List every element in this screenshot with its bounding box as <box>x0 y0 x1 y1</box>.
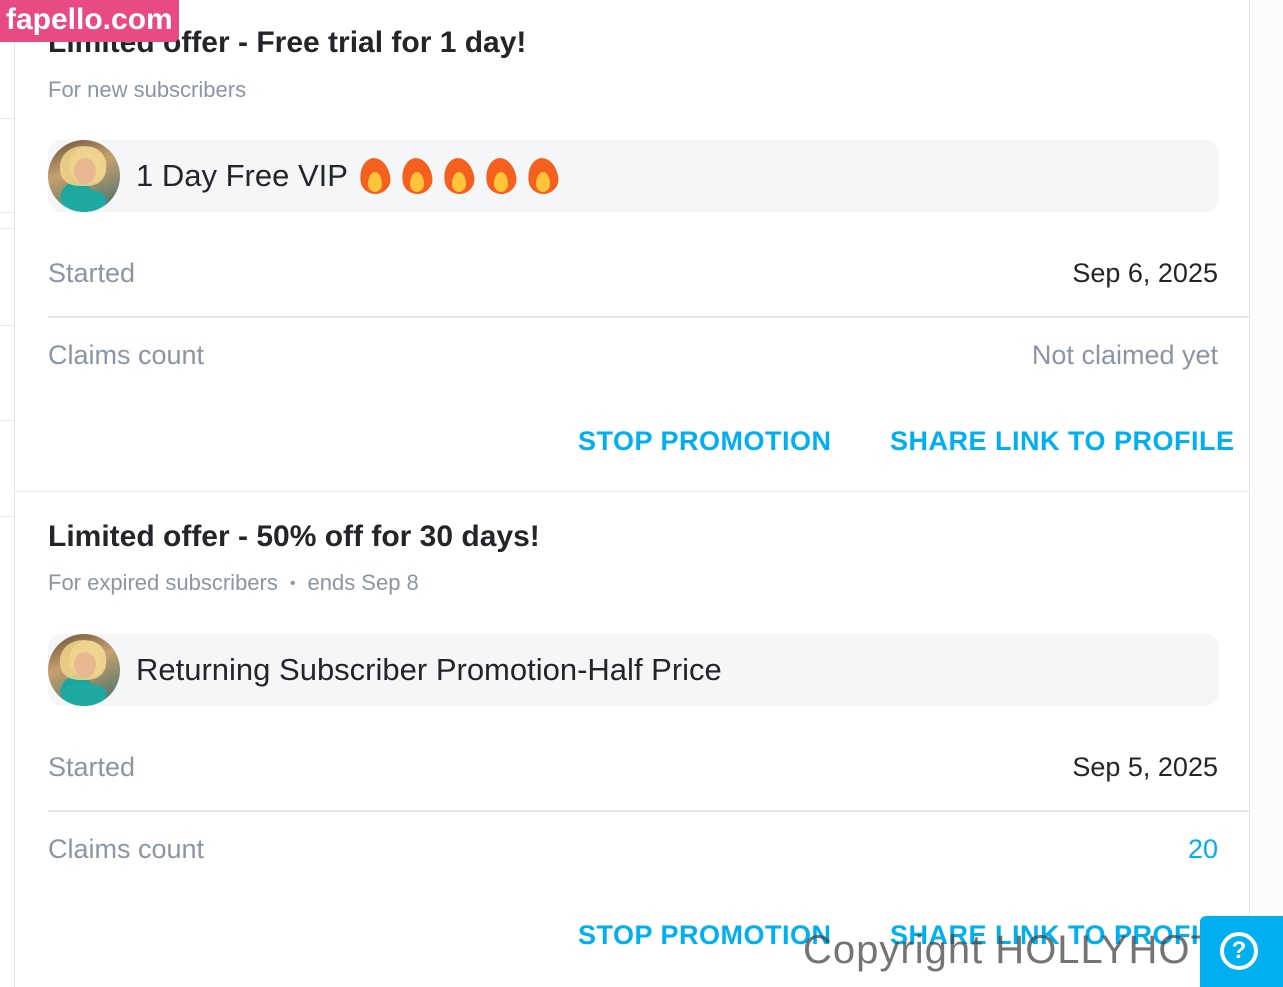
fire-icon <box>400 154 434 194</box>
question-mark-icon: ? <box>1231 937 1247 964</box>
started-label: Started <box>48 752 136 782</box>
fire-emojis <box>358 158 568 193</box>
promotion-card-free-trial: Limited offer - Free trial for 1 day! Fo… <box>15 0 1250 492</box>
audience-text: For expired subscribers <box>48 570 278 595</box>
offer-audience: For new subscribers <box>48 77 246 103</box>
started-value: Sep 5, 2025 <box>1072 752 1218 782</box>
promotion-name: Returning Subscriber Promotion-Half Pric… <box>136 652 722 687</box>
site-watermark: fapello.com <box>0 0 179 42</box>
promotion-name-text: 1 Day Free VIP <box>136 158 348 193</box>
offer-audience: For expired subscribers • ends Sep 8 <box>48 570 419 596</box>
stop-promotion-button[interactable]: STOP PROMOTION <box>578 920 832 951</box>
claims-count-label: Claims count <box>48 834 205 864</box>
claims-count-label: Claims count <box>48 340 205 370</box>
help-chat-button[interactable]: ? <box>1200 916 1283 987</box>
audience-text: For new subscribers <box>48 77 247 102</box>
fire-icon <box>484 154 518 194</box>
fire-icon <box>358 154 392 194</box>
left-panel-edge <box>0 0 14 987</box>
divider <box>48 810 1250 812</box>
started-value: Sep 6, 2025 <box>1072 258 1218 288</box>
divider <box>48 316 1250 318</box>
started-label: Started <box>48 258 136 288</box>
promotion-pill[interactable]: Returning Subscriber Promotion-Half Pric… <box>48 634 1219 706</box>
right-gutter <box>1252 0 1283 987</box>
separator-dot: • <box>289 575 296 592</box>
fire-icon <box>526 154 560 194</box>
stop-promotion-button[interactable]: STOP PROMOTION <box>578 426 832 457</box>
claims-count-value: Not claimed yet <box>1031 340 1218 370</box>
promotion-pill[interactable]: 1 Day Free VIP <box>48 140 1219 212</box>
claims-count-value[interactable]: 20 <box>1188 834 1218 865</box>
promotion-card-half-price: Limited offer - 50% off for 30 days! For… <box>15 492 1250 987</box>
fire-icon <box>442 154 476 194</box>
avatar <box>48 634 120 706</box>
avatar <box>48 140 120 212</box>
promotion-name: 1 Day Free VIP <box>136 140 568 212</box>
offer-title: Limited offer - 50% off for 30 days! <box>48 520 540 553</box>
share-link-to-profile-button[interactable]: SHARE LINK TO PROFILE <box>890 426 1235 457</box>
offer-ends-text: ends Sep 8 <box>307 570 419 595</box>
